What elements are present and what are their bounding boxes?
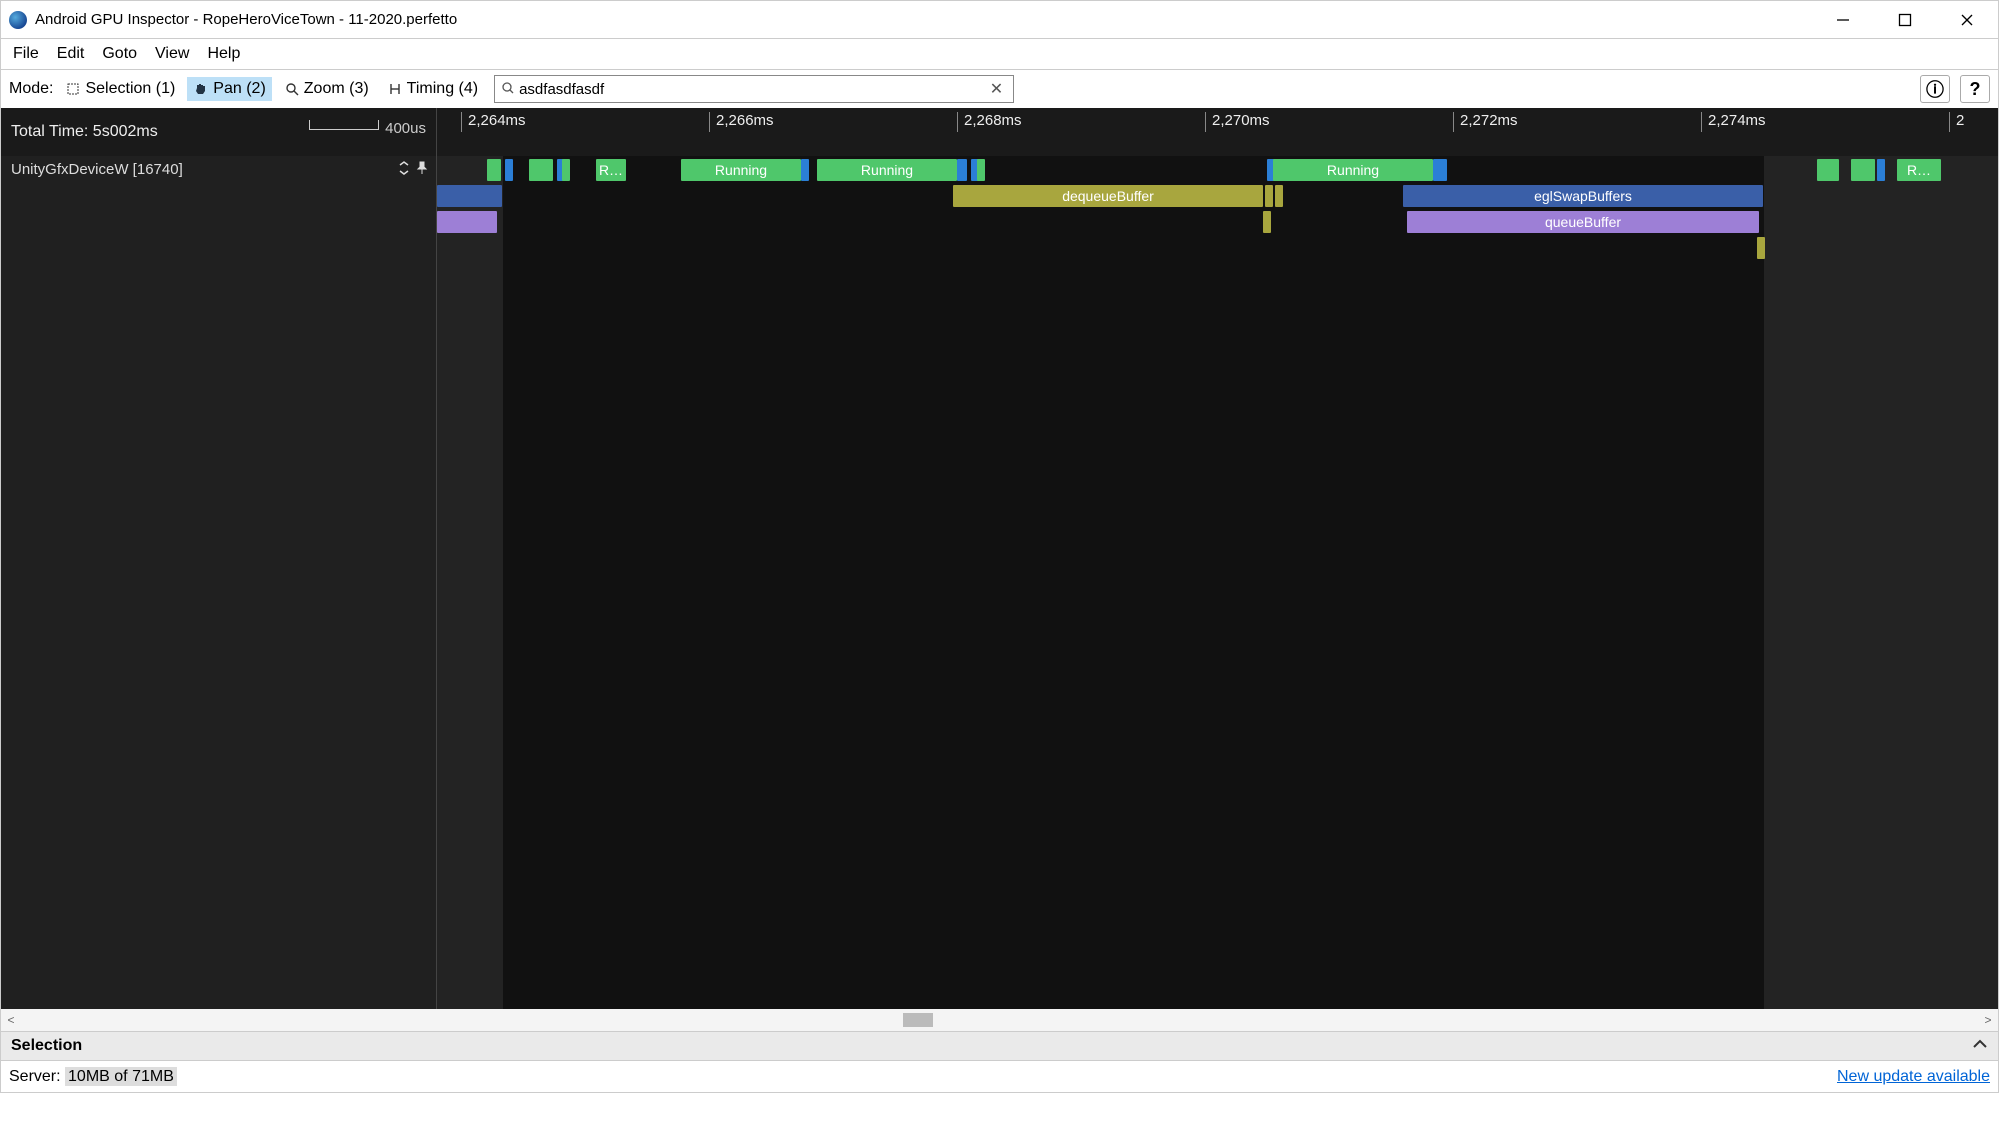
tick: 2,264ms — [461, 112, 526, 132]
selection-title: Selection — [11, 1037, 82, 1055]
server-memory-value: 10MB of 71MB — [65, 1067, 177, 1086]
close-button[interactable] — [1936, 2, 1998, 38]
horizontal-scrollbar[interactable]: < > — [0, 1009, 1999, 1031]
search-icon — [501, 81, 515, 98]
menu-view[interactable]: View — [147, 41, 197, 67]
zoom-icon — [284, 81, 300, 97]
pan-icon — [193, 81, 209, 97]
slice-row-1: dequeueBuffer eglSwapBuffers — [437, 184, 1998, 208]
server-memory: Server: 10MB of 71MB — [9, 1068, 177, 1086]
timeline: Total Time: 5s002ms 400us 2,264ms 2,266m… — [0, 108, 1999, 1009]
mode-zoom[interactable]: Zoom (3) — [278, 77, 375, 101]
slice-dequeue[interactable]: dequeueBuffer — [953, 185, 1263, 207]
tracks: UnityGfxDeviceW [16740] — [1, 156, 1998, 1009]
mode-selection-label: Selection (1) — [85, 80, 175, 98]
selection-panel-header[interactable]: Selection — [0, 1031, 1999, 1061]
slice[interactable] — [1265, 185, 1273, 207]
slice-running[interactable]: R… — [596, 159, 626, 181]
track-labels: UnityGfxDeviceW [16740] — [1, 156, 437, 1009]
chevron-up-icon[interactable] — [1972, 1037, 1988, 1055]
tick: 2,272ms — [1453, 112, 1518, 132]
slice-running[interactable] — [977, 159, 985, 181]
search-box[interactable]: ✕ — [494, 75, 1014, 103]
slice-sleep[interactable] — [957, 159, 967, 181]
mode-pan[interactable]: Pan (2) — [187, 77, 271, 101]
titlebar: Android GPU Inspector - RopeHeroViceTown… — [0, 0, 1999, 38]
minimize-button[interactable] — [1812, 2, 1874, 38]
tick: 2 — [1949, 112, 1964, 132]
menubar: File Edit Goto View Help — [0, 38, 1999, 70]
mode-pan-label: Pan (2) — [213, 80, 265, 98]
track-name: UnityGfxDeviceW [16740] — [11, 161, 183, 178]
tick: 2,268ms — [957, 112, 1022, 132]
server-prefix: Server: — [9, 1068, 61, 1085]
viewport-edge-right — [1764, 156, 1998, 1009]
slice-eglswap[interactable]: eglSwapBuffers — [1403, 185, 1763, 207]
slice[interactable] — [1263, 211, 1271, 233]
window-title: Android GPU Inspector - RopeHeroViceTown… — [35, 11, 1812, 28]
slice-sleep[interactable] — [1433, 159, 1447, 181]
slice-sleep[interactable] — [505, 159, 513, 181]
mode-zoom-label: Zoom (3) — [304, 80, 369, 98]
window-controls — [1812, 2, 1998, 38]
mode-timing-label: Timing (4) — [407, 80, 478, 98]
update-link[interactable]: New update available — [1837, 1068, 1990, 1086]
scroll-left-icon[interactable]: < — [1, 1013, 21, 1027]
ruler-left: Total Time: 5s002ms 400us — [1, 108, 437, 156]
mode-selection[interactable]: Selection (1) — [59, 77, 181, 101]
scale-label: 400us — [385, 120, 426, 137]
slice-running[interactable]: Running — [1273, 159, 1433, 181]
scroll-right-icon[interactable]: > — [1978, 1013, 1998, 1027]
help-button[interactable]: ? — [1960, 75, 1990, 103]
menu-goto[interactable]: Goto — [94, 41, 145, 67]
slice-row-3 — [437, 236, 1998, 260]
slice-running[interactable]: Running — [817, 159, 957, 181]
slice-sleep[interactable] — [1877, 159, 1885, 181]
menu-help[interactable]: Help — [199, 41, 248, 67]
selection-icon — [65, 81, 81, 97]
slice-running[interactable]: R… — [1897, 159, 1941, 181]
app-icon — [9, 11, 27, 29]
menu-file[interactable]: File — [5, 41, 47, 67]
slice[interactable] — [1757, 237, 1765, 259]
slice[interactable] — [437, 185, 502, 207]
total-time: Total Time: 5s002ms — [11, 123, 158, 141]
slice-running[interactable] — [529, 159, 553, 181]
slice-sleep[interactable] — [801, 159, 809, 181]
track-content[interactable]: R… Running Running Running R… dequeueBuf… — [437, 156, 1998, 1009]
search-input[interactable] — [515, 81, 986, 98]
tick: 2,274ms — [1701, 112, 1766, 132]
slice-queue[interactable]: queueBuffer — [1407, 211, 1759, 233]
scale-indicator: 400us — [309, 120, 426, 137]
scroll-thumb[interactable] — [903, 1013, 933, 1027]
track-label-unitygfx[interactable]: UnityGfxDeviceW [16740] — [1, 156, 436, 182]
ruler-ticks: 2,264ms 2,266ms 2,268ms 2,270ms 2,272ms … — [437, 108, 1998, 136]
timing-icon — [387, 81, 403, 97]
statusbar: Server: 10MB of 71MB New update availabl… — [0, 1061, 1999, 1093]
toolbar: Mode: Selection (1) Pan (2) Zoom (3) Tim… — [0, 70, 1999, 108]
menu-edit[interactable]: Edit — [49, 41, 93, 67]
mode-label: Mode: — [9, 80, 53, 98]
mode-timing[interactable]: Timing (4) — [381, 77, 484, 101]
collapse-icon[interactable] — [398, 161, 410, 178]
slice-running[interactable] — [1817, 159, 1839, 181]
tick: 2,270ms — [1205, 112, 1270, 132]
thread-state-row: R… Running Running Running R… — [437, 158, 1998, 182]
scroll-track[interactable] — [21, 1009, 1978, 1031]
tick: 2,266ms — [709, 112, 774, 132]
slice-running[interactable] — [487, 159, 501, 181]
pin-icon[interactable] — [416, 161, 428, 178]
info-button[interactable]: ⓘ — [1920, 75, 1950, 103]
slice[interactable] — [437, 211, 497, 233]
maximize-button[interactable] — [1874, 2, 1936, 38]
slice-running[interactable] — [562, 159, 570, 181]
slice-running[interactable] — [1851, 159, 1875, 181]
ruler-right[interactable]: 2,264ms 2,266ms 2,268ms 2,270ms 2,272ms … — [437, 108, 1998, 156]
slice[interactable] — [1275, 185, 1283, 207]
time-ruler[interactable]: Total Time: 5s002ms 400us 2,264ms 2,266m… — [1, 108, 1998, 156]
slice-running[interactable]: Running — [681, 159, 801, 181]
viewport-edge-left — [437, 156, 503, 1009]
slice-row-2: queueBuffer — [437, 210, 1998, 234]
clear-search-icon[interactable]: ✕ — [986, 79, 1007, 99]
